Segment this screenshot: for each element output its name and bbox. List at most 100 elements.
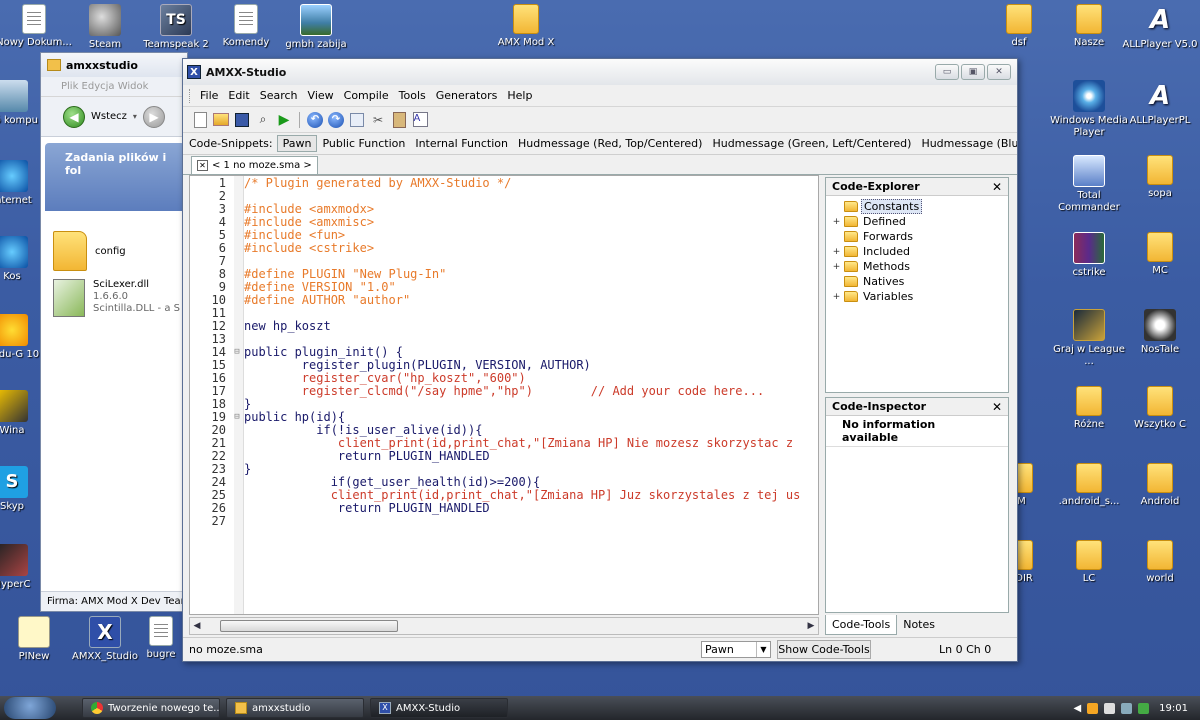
code-line[interactable]: 10 #define AUTHOR "author" <box>190 294 818 307</box>
code-line[interactable]: 1/* Plugin generated by AMXX-Studio */ <box>190 177 818 190</box>
menu-generators[interactable]: Generators <box>431 89 503 102</box>
snippet-hudmessage-blue[interactable]: Hudmessage (Blue, Centered) <box>916 136 1017 151</box>
desktop-icon-android[interactable]: Android <box>1121 463 1199 508</box>
desktop-icon-amx-mod-x[interactable]: AMX Mod X <box>487 4 565 49</box>
taskbar-button-amxx-studio[interactable]: X AMXX-Studio <box>370 698 508 718</box>
explorer-item-scilexer[interactable]: SciLexer.dll 1.6.6.0 Scintilla.DLL - a S <box>53 279 180 317</box>
forward-arrow-icon[interactable]: ▶ <box>142 105 165 128</box>
scrollbar-thumb[interactable] <box>220 620 398 632</box>
menu-help[interactable]: Help <box>502 89 537 102</box>
desktop-icon-pinew[interactable]: PINew <box>0 616 73 663</box>
desktop-icon-lc[interactable]: LC <box>1050 540 1128 585</box>
desktop-icon-league[interactable]: Graj w League ... <box>1050 309 1128 368</box>
code-line[interactable]: 17 register_clcmd("/say hpme","hp") // A… <box>190 385 818 398</box>
close-icon[interactable]: ✕ <box>992 180 1002 194</box>
desktop-icon-kos[interactable]: Kos <box>0 236 42 283</box>
explorer-menu-items[interactable]: Plik Edycja Widok <box>61 81 148 92</box>
explorer-menubar[interactable]: Plik Edycja Widok <box>41 77 187 97</box>
fold-toggle-icon[interactable]: ⊟ <box>230 411 244 424</box>
tab-code-tools[interactable]: Code-Tools <box>825 615 898 635</box>
horizontal-scrollbar[interactable]: ◀ ▶ <box>189 617 819 635</box>
desktop-icon-computer[interactable]: Mó kompu <box>0 80 42 127</box>
desktop-icon-steam[interactable]: Steam <box>66 4 144 51</box>
redo-button[interactable]: ↷ <box>327 111 345 129</box>
desktop-icon-allplayerpl[interactable]: A ALLPlayerPL <box>1121 80 1199 127</box>
tab-notes[interactable]: Notes <box>897 615 941 635</box>
back-arrow-icon[interactable]: ◀ <box>63 105 85 128</box>
toolbar-grip[interactable] <box>189 88 192 103</box>
desktop-icon-nasze[interactable]: Nasze <box>1050 4 1128 49</box>
menu-search[interactable]: Search <box>255 89 303 102</box>
scroll-left-icon[interactable]: ◀ <box>190 621 204 631</box>
tab-no-moze-sma[interactable]: ✕ < 1 no moze.sma > <box>191 156 318 174</box>
menu-edit[interactable]: Edit <box>223 89 254 102</box>
tray-expand-icon[interactable]: ◀ <box>1073 703 1081 714</box>
amxx-studio-window[interactable]: X AMXX-Studio ▭ ▣ ✕ File Edit Search Vie… <box>182 58 1018 662</box>
fold-toggle-icon[interactable]: ⊟ <box>230 346 244 359</box>
snippet-hudmessage-green[interactable]: Hudmessage (Green, Left/Centered) <box>707 136 916 151</box>
tray-app-icon[interactable] <box>1087 702 1099 714</box>
tree-node-methods[interactable]: + Methods <box>832 259 1002 274</box>
menu-compile[interactable]: Compile <box>339 89 394 102</box>
desktop-icon-windows-media-player[interactable]: Windows Media Player <box>1050 80 1128 139</box>
snippet-pawn[interactable]: Pawn <box>276 135 318 152</box>
expand-icon[interactable]: + <box>832 247 841 257</box>
close-icon[interactable]: ✕ <box>992 400 1002 414</box>
code-line[interactable]: 27 <box>190 515 818 528</box>
search-button[interactable]: ⌕ <box>254 111 272 129</box>
explorer-window[interactable]: amxxstudio Plik Edycja Widok ◀ Wstecz ▾ … <box>40 52 188 612</box>
maximize-button[interactable]: ▣ <box>961 64 985 80</box>
tree-node-natives[interactable]: Natives <box>832 274 1002 289</box>
tray-volume-icon[interactable] <box>1121 702 1133 714</box>
snippet-public-function[interactable]: Public Function <box>317 136 410 151</box>
desktop-icon-gmbh-zabija[interactable]: gmbh zabija <box>277 4 355 51</box>
studio-titlebar[interactable]: X AMXX-Studio ▭ ▣ ✕ <box>183 59 1017 85</box>
snippet-internal-function[interactable]: Internal Function <box>410 136 513 151</box>
code-editor[interactable]: 1/* Plugin generated by AMXX-Studio */2 3… <box>189 175 819 615</box>
desktop-icon-winamp[interactable]: Wina <box>0 390 42 437</box>
minimize-button[interactable]: ▭ <box>935 64 959 80</box>
close-button[interactable]: ✕ <box>987 64 1011 80</box>
desktop-icon-android-s[interactable]: .android_s... <box>1050 463 1128 508</box>
show-code-tools-button[interactable]: Show Code-Tools <box>777 640 871 659</box>
start-button[interactable] <box>4 697 56 719</box>
desktop-icon-skype[interactable]: S Skyp <box>0 466 42 513</box>
chevron-down-icon[interactable]: ▾ <box>133 112 137 121</box>
tray-signal-icon[interactable] <box>1138 702 1150 714</box>
taskbar-button-amxxstudio-folder[interactable]: amxxstudio <box>226 698 364 718</box>
close-tab-icon[interactable]: ✕ <box>197 160 208 171</box>
desktop-icon-nostale[interactable]: NosTale <box>1121 309 1199 356</box>
open-button[interactable] <box>212 111 230 129</box>
tray-network-icon[interactable] <box>1104 702 1116 714</box>
desktop-icon-nowy-dokument[interactable]: Nowy Dokum... <box>0 4 73 49</box>
desktop-icon-gadu[interactable]: Gadu-G 10 <box>0 314 42 361</box>
compile-run-button[interactable]: ▶ <box>275 111 293 129</box>
desktop-icon-internet[interactable]: Internet <box>0 160 42 207</box>
desktop-icon-mc[interactable]: MC <box>1121 232 1199 277</box>
desktop-icon-komendy[interactable]: Komendy <box>207 4 285 49</box>
code-line[interactable]: 6 #include <cstrike> <box>190 242 818 255</box>
back-button-label[interactable]: Wstecz <box>91 111 127 122</box>
paste-button[interactable] <box>390 111 408 129</box>
desktop-icon-cstrike[interactable]: cstrike <box>1050 232 1128 279</box>
tree-node-included[interactable]: + Included <box>832 244 1002 259</box>
code-line[interactable]: 26 return PLUGIN_HANDLED <box>190 502 818 515</box>
desktop-icon-dsf[interactable]: dsf <box>980 4 1058 49</box>
expand-icon[interactable]: + <box>832 292 841 302</box>
tree-node-constants[interactable]: Constants <box>832 199 1002 214</box>
expand-icon[interactable]: + <box>832 217 841 227</box>
scroll-right-icon[interactable]: ▶ <box>804 621 818 631</box>
language-select[interactable]: Pawn ▼ <box>701 641 771 658</box>
code-line[interactable]: 12 new hp_koszt <box>190 320 818 333</box>
desktop-icon-allplayer[interactable]: A ALLPlayer V5.0 <box>1121 4 1199 51</box>
copy-button[interactable] <box>348 111 366 129</box>
menu-tools[interactable]: Tools <box>394 89 431 102</box>
desktop-icon-bugre[interactable]: bugre <box>137 616 185 661</box>
desktop-icon-teamspeak[interactable]: TS Teamspeak 2 <box>137 4 215 51</box>
snippet-hudmessage-red[interactable]: Hudmessage (Red, Top/Centered) <box>513 136 707 151</box>
new-file-button[interactable] <box>191 111 209 129</box>
undo-button[interactable]: ↶ <box>306 111 324 129</box>
desktop-icon-amxx-studio[interactable]: X AMXX_Studio <box>66 616 144 663</box>
tree-node-forwards[interactable]: Forwards <box>832 229 1002 244</box>
explorer-item-config[interactable]: config <box>53 231 126 271</box>
